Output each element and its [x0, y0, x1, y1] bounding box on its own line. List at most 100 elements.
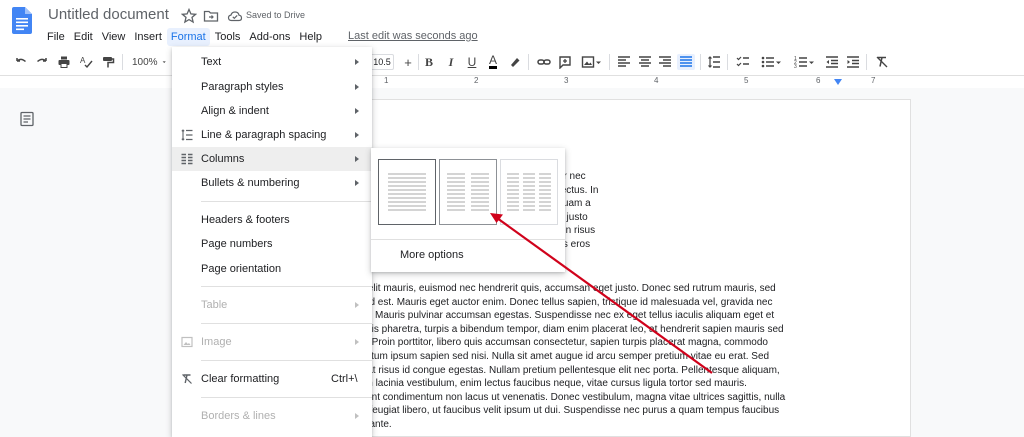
clear-formatting-icon[interactable] — [874, 54, 890, 70]
line-spacing-icon[interactable] — [706, 54, 722, 70]
format-menu-image: Image — [172, 330, 372, 354]
submenu-arrow-icon — [355, 108, 359, 114]
text-line: placerat risus id congue egestas. Nullam… — [340, 364, 780, 376]
checklist-icon[interactable] — [734, 54, 752, 70]
bulleted-list-icon[interactable] — [758, 54, 784, 70]
insert-link-icon[interactable] — [536, 54, 552, 70]
ruler-number: 3 — [564, 76, 569, 85]
spellcheck-icon[interactable]: A — [78, 54, 94, 70]
align-center-icon[interactable] — [637, 54, 653, 70]
numbered-list-icon[interactable]: 123 — [791, 54, 817, 70]
zoom-select[interactable]: 100% — [132, 54, 166, 70]
ruler-number: 5 — [744, 76, 749, 85]
submenu-arrow-icon — [355, 180, 359, 186]
menu-file[interactable]: File — [43, 28, 69, 46]
menu-addons[interactable]: Add-ons — [245, 28, 294, 46]
more-options-button[interactable]: More options — [400, 249, 464, 261]
right-indent-marker[interactable] — [834, 79, 842, 85]
increase-font-size-button[interactable]: + — [402, 54, 414, 70]
menu-insert[interactable]: Insert — [130, 28, 166, 46]
ruler-number: 4 — [654, 76, 659, 85]
menu-divider — [371, 239, 565, 240]
format-menu-paragraph-styles[interactable]: Paragraph styles — [172, 75, 372, 99]
ruler-number: 6 — [816, 76, 821, 85]
one-column-option[interactable] — [378, 159, 436, 225]
align-right-icon[interactable] — [657, 54, 673, 70]
columns-icon — [181, 153, 193, 165]
three-columns-option[interactable] — [500, 159, 558, 225]
menu-edit[interactable]: Edit — [70, 28, 97, 46]
text-line: dolor in lacinia vestibulum, enim lectus… — [340, 378, 747, 390]
paragraph-2[interactable]: Morbi elit mauris, euismod nec hendrerit… — [340, 282, 838, 432]
menu-divider — [201, 397, 372, 398]
undo-icon[interactable] — [13, 54, 29, 70]
submenu-arrow-icon — [355, 84, 359, 90]
one-column-icon — [388, 173, 426, 211]
insert-comment-icon[interactable] — [557, 54, 573, 70]
format-menu-align-indent[interactable]: Align & indent — [172, 99, 372, 123]
submenu-arrow-icon — [355, 156, 359, 162]
menu-help[interactable]: Help — [295, 28, 326, 46]
format-menu-clear-formatting[interactable]: Clear formatting Ctrl+\ — [172, 367, 372, 391]
menu-view[interactable]: View — [98, 28, 130, 46]
toolbar: A 100% + B I U A 1 2 3 — [0, 48, 1024, 76]
format-menu-bullets-numbering[interactable]: Bullets & numbering — [172, 171, 372, 195]
paint-format-icon[interactable] — [100, 54, 116, 70]
menu-divider — [201, 201, 372, 202]
text-line: fermentum ipsum sapien sed nisi. Nulla s… — [340, 350, 770, 362]
insert-image-icon[interactable] — [578, 54, 604, 70]
menu-format[interactable]: Format — [166, 28, 210, 46]
last-edit-link[interactable]: Last edit was seconds ago — [348, 30, 478, 42]
text-color-button[interactable]: A — [486, 54, 500, 70]
decrease-indent-icon[interactable] — [824, 54, 840, 70]
submenu-arrow-icon — [355, 413, 359, 419]
print-icon[interactable] — [56, 54, 72, 70]
format-menu-columns[interactable]: Columns — [172, 147, 372, 171]
document-outline-icon[interactable] — [19, 111, 35, 127]
two-columns-icon — [447, 173, 489, 211]
redo-icon[interactable] — [34, 54, 50, 70]
ruler[interactable]: 1 2 3 4 5 6 7 — [296, 76, 916, 87]
format-menu-page-orientation[interactable]: Page orientation — [172, 257, 372, 281]
text-line: ipsum feugiat libero, ut faucibus velit … — [340, 405, 780, 417]
text-line: Morbi elit mauris, euismod nec hendrerit… — [340, 283, 776, 294]
chevron-down-icon — [775, 61, 781, 64]
image-icon — [181, 336, 193, 348]
submenu-arrow-icon — [355, 339, 359, 345]
increase-indent-icon[interactable] — [845, 54, 861, 70]
menu-divider — [201, 360, 372, 361]
svg-text:3: 3 — [794, 64, 797, 69]
justify-icon[interactable] — [677, 54, 695, 70]
submenu-arrow-icon — [355, 59, 359, 65]
underline-button[interactable]: U — [465, 54, 479, 70]
move-folder-icon[interactable] — [203, 8, 219, 24]
document-title[interactable]: Untitled document — [48, 6, 169, 23]
format-menu-borders-lines: Borders & lines — [172, 404, 372, 428]
svg-text:A: A — [80, 56, 86, 65]
menu-divider — [201, 323, 372, 324]
ruler-number: 2 — [474, 76, 479, 85]
align-left-icon[interactable] — [616, 54, 632, 70]
clear-formatting-icon — [182, 374, 192, 384]
chevron-down-icon — [808, 61, 814, 64]
columns-submenu: More options — [371, 148, 565, 272]
line-spacing-icon — [181, 129, 193, 141]
italic-button[interactable]: I — [444, 54, 458, 70]
two-columns-option[interactable] — [439, 159, 497, 225]
three-columns-icon — [507, 173, 551, 211]
cloud-saved-icon — [227, 11, 243, 22]
bold-button[interactable]: B — [422, 54, 436, 70]
menu-tools[interactable]: Tools — [211, 28, 245, 46]
zoom-value: 100% — [132, 56, 158, 68]
format-menu-page-numbers[interactable]: Page numbers — [172, 232, 372, 256]
saved-status: Saved to Drive — [246, 10, 306, 20]
format-menu-text[interactable]: Text — [172, 50, 372, 74]
format-menu-line-spacing[interactable]: Line & paragraph spacing — [172, 123, 372, 147]
format-menu-headers-footers[interactable]: Headers & footers — [172, 208, 372, 232]
menubar: File Edit View Insert Format Tools Add-o… — [43, 28, 327, 46]
highlight-color-icon[interactable] — [508, 54, 522, 70]
docs-logo-icon[interactable] — [12, 7, 32, 34]
star-icon[interactable] — [181, 8, 197, 24]
menu-divider — [201, 286, 372, 287]
font-size-input[interactable]: 10.5 — [370, 54, 394, 70]
